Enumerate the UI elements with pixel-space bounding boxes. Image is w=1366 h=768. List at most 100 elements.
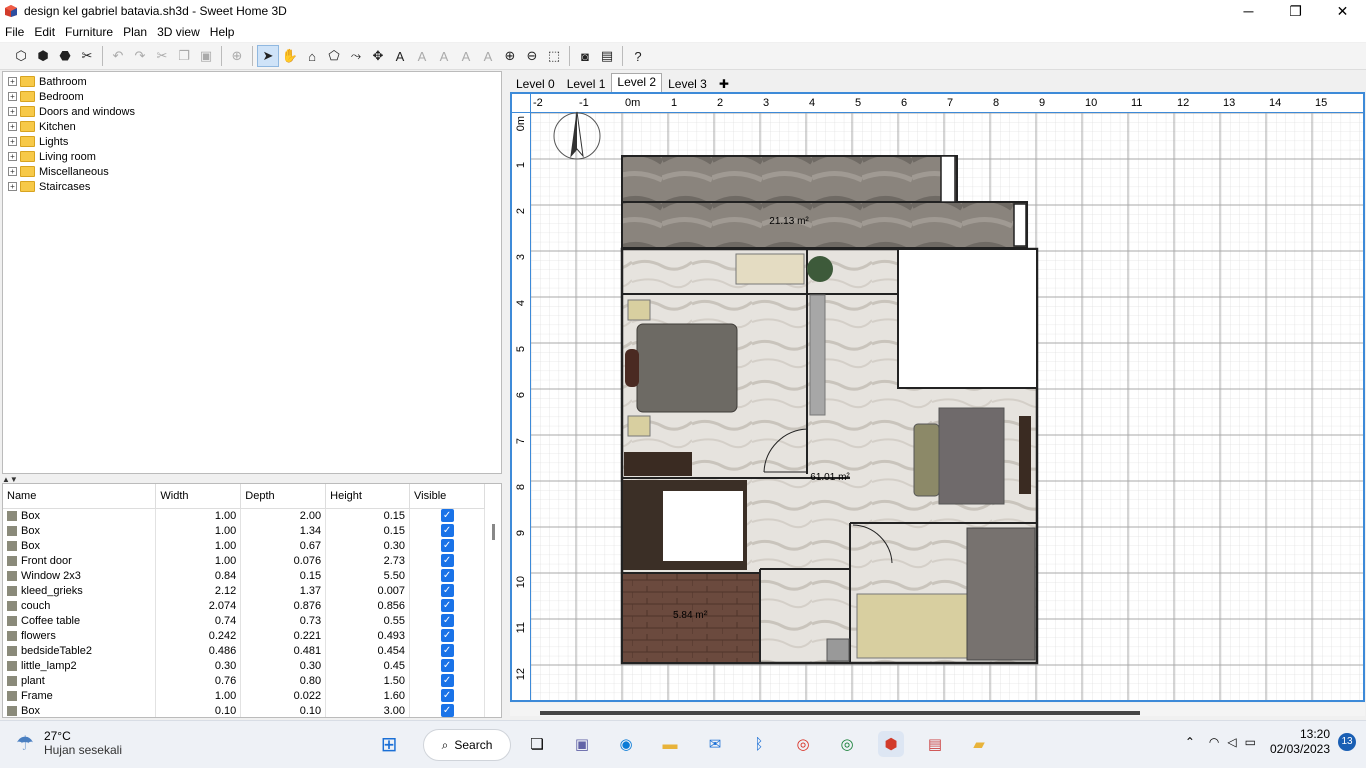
expand-icon[interactable]: + [8,152,17,161]
catalog-category[interactable]: + Miscellaneous [3,164,501,179]
add-text-icon[interactable]: A [389,45,411,67]
visible-checkbox[interactable]: ✓ [440,659,454,672]
room-top-corridor[interactable] [621,201,1028,249]
create-photo-icon[interactable]: ⬚ [543,45,565,67]
visible-checkbox[interactable]: ✓ [440,644,454,657]
volume-icon[interactable]: ◁ [1227,735,1236,749]
expand-icon[interactable]: + [8,137,17,146]
small-cabinet[interactable] [826,638,850,662]
copy-icon[interactable]: ❐ [173,45,195,67]
menu-3d-view[interactable]: 3D view [152,25,205,39]
plan-view[interactable]: -2 -1 0m 1 2 3 4 5 6 7 8 9 10 11 12 13 14 15 0m 1 2 3 4 5 6 7 8 9 1… [510,92,1365,702]
expand-icon[interactable]: + [8,77,17,86]
weather-widget[interactable]: ☂ 27°C Hujan sesekali [16,729,122,757]
staircase-steps[interactable] [661,489,745,563]
wardrobe[interactable] [624,452,692,476]
table-row[interactable]: kleed_grieks 2.12 1.37 0.007 ✓ [3,583,485,598]
table-row[interactable]: little_lamp2 0.30 0.30 0.45 ✓ [3,658,485,673]
plan-canvas[interactable]: -2 -1 0m 1 2 3 4 5 6 7 8 9 10 11 12 13 14 15 0m1234567891… [512,94,1363,700]
zoom-out-icon[interactable]: ⊖ [521,45,543,67]
bold-text-icon[interactable]: A [455,45,477,67]
create-dimensions-icon[interactable]: ✥ [367,45,389,67]
visible-checkbox[interactable]: ✓ [440,554,454,567]
clock[interactable]: 13:20 02/03/2023 [1270,727,1330,757]
tv-cabinet[interactable] [1019,416,1031,494]
visible-checkbox[interactable]: ✓ [440,689,454,702]
expand-icon[interactable]: + [8,167,17,176]
visible-checkbox[interactable]: ✓ [440,599,454,612]
select-mode-icon[interactable]: ➤ [257,45,279,67]
desk[interactable] [735,253,805,285]
cabinet[interactable] [809,294,826,416]
file-explorer-icon[interactable]: ▬ [657,731,683,757]
undo-icon[interactable]: ↶ [107,45,129,67]
chevron-up-icon[interactable]: ⌃ [1185,735,1195,749]
couch[interactable] [913,423,940,497]
video-icon[interactable]: ▤ [596,45,618,67]
tab-level-0[interactable]: Level 0 [510,75,561,92]
add-furniture-icon[interactable]: ⊕ [226,45,248,67]
catalog-category[interactable]: + Bathroom [3,74,501,89]
menu-file[interactable]: File [0,25,29,39]
column-width[interactable]: Width [155,484,242,509]
second-bed[interactable] [856,593,968,659]
catalog-category[interactable]: + Living room [3,149,501,164]
wifi-icon[interactable]: ◠ [1209,735,1219,749]
notification-badge[interactable]: 13 [1338,733,1356,751]
list-scrollbar[interactable] [492,524,495,540]
plant[interactable] [807,256,833,282]
visible-checkbox[interactable]: ✓ [440,704,454,717]
menu-edit[interactable]: Edit [29,25,60,39]
menu-furniture[interactable]: Furniture [60,25,118,39]
tab-level-2[interactable]: Level 2 [611,73,663,92]
visible-checkbox[interactable]: ✓ [440,509,454,523]
open-icon[interactable]: ⬢ [32,45,54,67]
plan-horizontal-scrollbar[interactable] [510,703,1365,716]
table-row[interactable]: Front door 1.00 0.076 2.73 ✓ [3,553,485,568]
expand-icon[interactable]: + [8,122,17,131]
bed[interactable] [636,323,738,413]
photo-icon[interactable]: ◙ [574,45,596,67]
app-window-icon[interactable]: ▤ [922,731,948,757]
chrome-icon[interactable]: ◎ [790,731,816,757]
minimize-button[interactable]: ─ [1225,0,1272,22]
column-name[interactable]: Name [3,484,157,509]
visible-checkbox[interactable]: ✓ [440,584,454,597]
column-visible[interactable]: Visible [409,484,485,509]
redo-icon[interactable]: ↷ [129,45,151,67]
table-row[interactable]: Frame 1.00 0.022 1.60 ✓ [3,688,485,703]
catalog-category[interactable]: + Bedroom [3,89,501,104]
decrease-text-size-icon[interactable]: A [433,45,455,67]
taskbar-search[interactable]: ⌕ Search [423,729,511,761]
table-row[interactable]: couch 2.074 0.876 0.856 ✓ [3,598,485,613]
expand-icon[interactable]: + [8,182,17,191]
task-view-icon[interactable]: ❏ [524,731,550,757]
bluetooth-icon[interactable]: ᛒ [746,731,772,757]
mail-icon[interactable]: ✉ [702,731,728,757]
edge-icon[interactable]: ◉ [613,731,639,757]
visible-checkbox[interactable]: ✓ [440,569,454,582]
sweet-home-3d-taskbar-icon[interactable]: ⬢ [878,731,904,757]
paste-icon[interactable]: ▣ [195,45,217,67]
table-row[interactable]: Box 1.00 2.00 0.15 ✓ [3,508,485,523]
battery-icon[interactable]: ▭ [1245,735,1256,749]
close-button[interactable]: ✕ [1319,0,1366,22]
catalog-category[interactable]: + Lights [3,134,501,149]
kleed-grieks[interactable] [938,407,1005,505]
save-icon[interactable]: ⬣ [54,45,76,67]
tab-level-3[interactable]: Level 3 [662,75,713,92]
bedside-table[interactable] [627,299,651,321]
table-row[interactable]: Box 1.00 1.34 0.15 ✓ [3,523,485,538]
catalog-category[interactable]: + Staircases [3,179,501,194]
table-row[interactable]: bedsideTable2 0.486 0.481 0.454 ✓ [3,643,485,658]
teams-icon[interactable]: ▣ [569,731,595,757]
expand-icon[interactable]: + [8,92,17,101]
menu-help[interactable]: Help [205,25,240,39]
room-top-terrace[interactable] [621,155,958,203]
catalog-category[interactable]: + Kitchen [3,119,501,134]
expand-icon[interactable]: + [8,107,17,116]
menu-plan[interactable]: Plan [118,25,152,39]
visible-checkbox[interactable]: ✓ [440,614,454,627]
add-level-button[interactable]: ✚ [713,75,735,92]
table-row[interactable]: Coffee table 0.74 0.73 0.55 ✓ [3,613,485,628]
